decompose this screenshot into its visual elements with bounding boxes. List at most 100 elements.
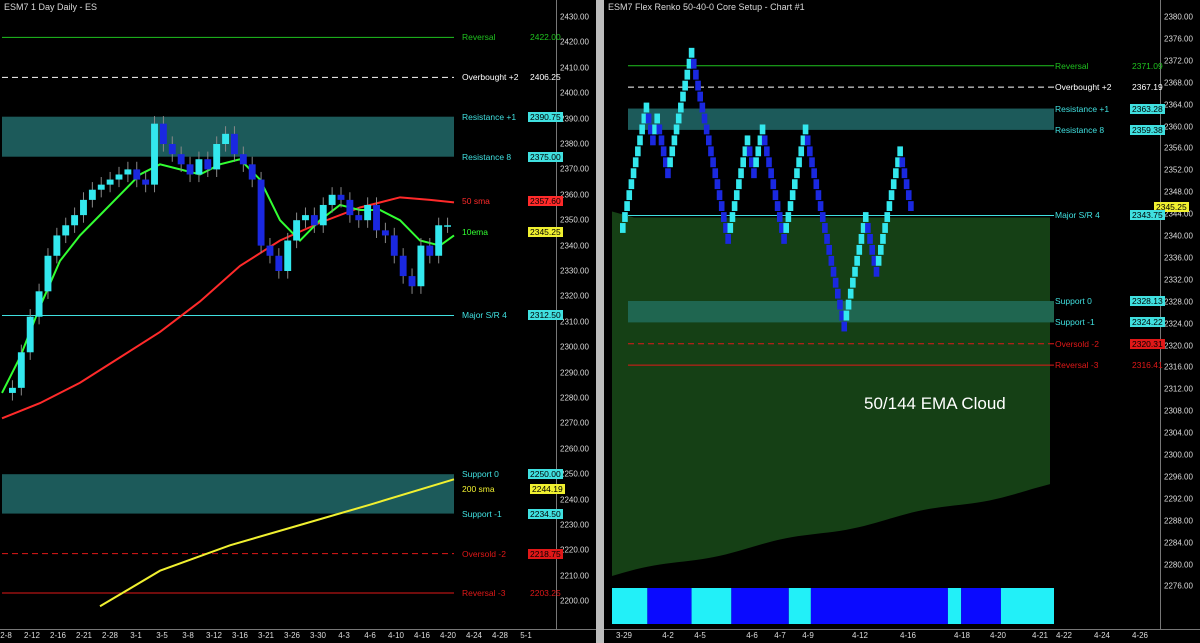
renko-brick — [746, 146, 753, 157]
renko-brick — [878, 244, 884, 255]
renko-brick — [671, 135, 678, 146]
renko-brick — [815, 190, 822, 201]
candle — [408, 268, 416, 294]
level-value: 2343.75 — [1130, 210, 1165, 221]
level-value: 2345.25 — [528, 227, 563, 238]
price-tick: 2312.00 — [1164, 384, 1193, 394]
price-tick: 2336.00 — [1164, 253, 1193, 263]
renko-candlestick-plot[interactable] — [604, 0, 1160, 629]
daily-chart-panel[interactable]: ESM7 1 Day Daily - ES 2430.00 2420.00 2410… — [0, 0, 596, 643]
level-label: Overbought +2 — [462, 72, 519, 83]
price-tick: 2356.00 — [1164, 143, 1193, 153]
candle — [9, 380, 16, 401]
renko-chart-title: ESM7 Flex Renko 50-40-0 Core Setup - Cha… — [608, 2, 805, 12]
panel-divider[interactable] — [596, 0, 604, 643]
level-label: Reversal — [462, 32, 496, 43]
date-tick: 4-9 — [802, 631, 814, 640]
level-label: Resistance 8 — [1055, 124, 1105, 135]
price-tick: 2360.00 — [1164, 122, 1193, 131]
level-label: Resistance 8 — [462, 151, 512, 162]
renko-brick — [624, 201, 630, 212]
renko-brick — [697, 91, 703, 102]
price-tick: 2300.00 — [1164, 450, 1193, 460]
renko-brick — [764, 146, 770, 157]
price-tick: 2250.00 — [560, 469, 589, 479]
price-tick: 2352.00 — [1164, 165, 1193, 175]
level-label: Support 0 — [462, 469, 499, 480]
renko-brick — [667, 157, 673, 168]
renko-brick — [721, 212, 727, 222]
trend-strip-segment — [691, 588, 732, 624]
renko-brick — [884, 212, 891, 222]
renko-brick — [837, 299, 843, 310]
level-value: 2324.22 — [1130, 317, 1165, 328]
renko-brick — [787, 201, 794, 212]
renko-brick — [869, 244, 875, 255]
renko-brick — [643, 102, 650, 113]
candle — [319, 197, 327, 233]
price-tick: 2380.00 — [1164, 12, 1193, 22]
renko-price-axis[interactable]: 2380.00 2376.00 2372.00 2368.00 2364.00 2360.… — [1160, 0, 1200, 629]
price-tick: 2390.00 — [560, 114, 589, 124]
renko-brick — [843, 310, 850, 321]
price-tick: 2316.00 — [1164, 362, 1193, 372]
renko-brick — [903, 179, 910, 190]
level-value: 2218.75 — [528, 548, 563, 559]
price-tick: 2380.00 — [560, 139, 589, 149]
renko-brick — [731, 201, 738, 212]
renko-brick — [635, 146, 641, 157]
renko-brick — [824, 234, 830, 244]
date-tick: 4-10 — [387, 631, 405, 640]
renko-brick — [678, 102, 684, 113]
renko-brick — [781, 234, 787, 244]
renko-brick — [675, 113, 682, 124]
level-value: 2316.41 — [1132, 360, 1163, 371]
trend-strip-segment — [1000, 588, 1054, 624]
renko-brick — [751, 168, 757, 179]
daily-date-axis[interactable]: 2-8 2-12 2-16 2-21 2-28 3-1 3-5 3-8 3-12 3-16 3-21… — [0, 629, 596, 643]
renko-brick — [865, 223, 871, 233]
candle — [35, 283, 43, 325]
price-tick: 2376.00 — [1164, 34, 1193, 44]
renko-brick — [693, 69, 699, 80]
renko-brick — [828, 255, 835, 266]
renko-brick — [710, 157, 716, 168]
renko-brick — [901, 168, 908, 179]
date-tick: 2-12 — [23, 631, 41, 640]
price-tick: 2360.00 — [560, 190, 589, 200]
renko-brick — [753, 157, 759, 168]
renko-brick — [897, 146, 903, 157]
renko-brick — [850, 277, 856, 288]
renko-chart-panel[interactable]: ESM7 Flex Renko 50-40-0 Core Setup - Cha… — [604, 0, 1200, 643]
price-tick: 2270.00 — [560, 418, 589, 428]
level-label: 50 sma — [462, 195, 490, 206]
price-tick: 2308.00 — [1164, 406, 1193, 416]
renko-brick — [738, 168, 744, 179]
renko-brick — [847, 288, 854, 299]
price-tick: 2260.00 — [560, 444, 589, 454]
date-tick: 2-21 — [75, 631, 93, 640]
renko-brick — [852, 266, 858, 277]
candle — [364, 197, 372, 228]
renko-brick — [632, 157, 639, 168]
price-tick: 2320.00 — [560, 291, 589, 301]
renko-brick — [798, 146, 805, 157]
renko-brick — [832, 277, 839, 288]
date-tick: 3-16 — [231, 631, 249, 640]
level-value: 2250.00 — [528, 469, 563, 480]
renko-brick — [660, 146, 667, 157]
renko-brick — [684, 69, 691, 80]
date-tick: 3-5 — [156, 631, 168, 640]
renko-brick — [817, 201, 824, 212]
candle — [417, 237, 425, 294]
candle — [381, 222, 389, 244]
renko-brick — [733, 190, 740, 201]
resistance-zone — [628, 108, 1054, 130]
candle — [444, 217, 451, 233]
level-value: 2203.25 — [530, 587, 561, 598]
renko-date-axis[interactable]: 3-29 4-2 4-5 4-6 4-7 4-9 4-12 4-16 4-18 4-20 4-21 4… — [604, 629, 1200, 643]
date-tick: 3-29 — [615, 631, 633, 640]
price-tick: 2330.00 — [560, 266, 589, 276]
date-tick: 4-6 — [746, 631, 758, 640]
renko-brick — [890, 179, 897, 190]
